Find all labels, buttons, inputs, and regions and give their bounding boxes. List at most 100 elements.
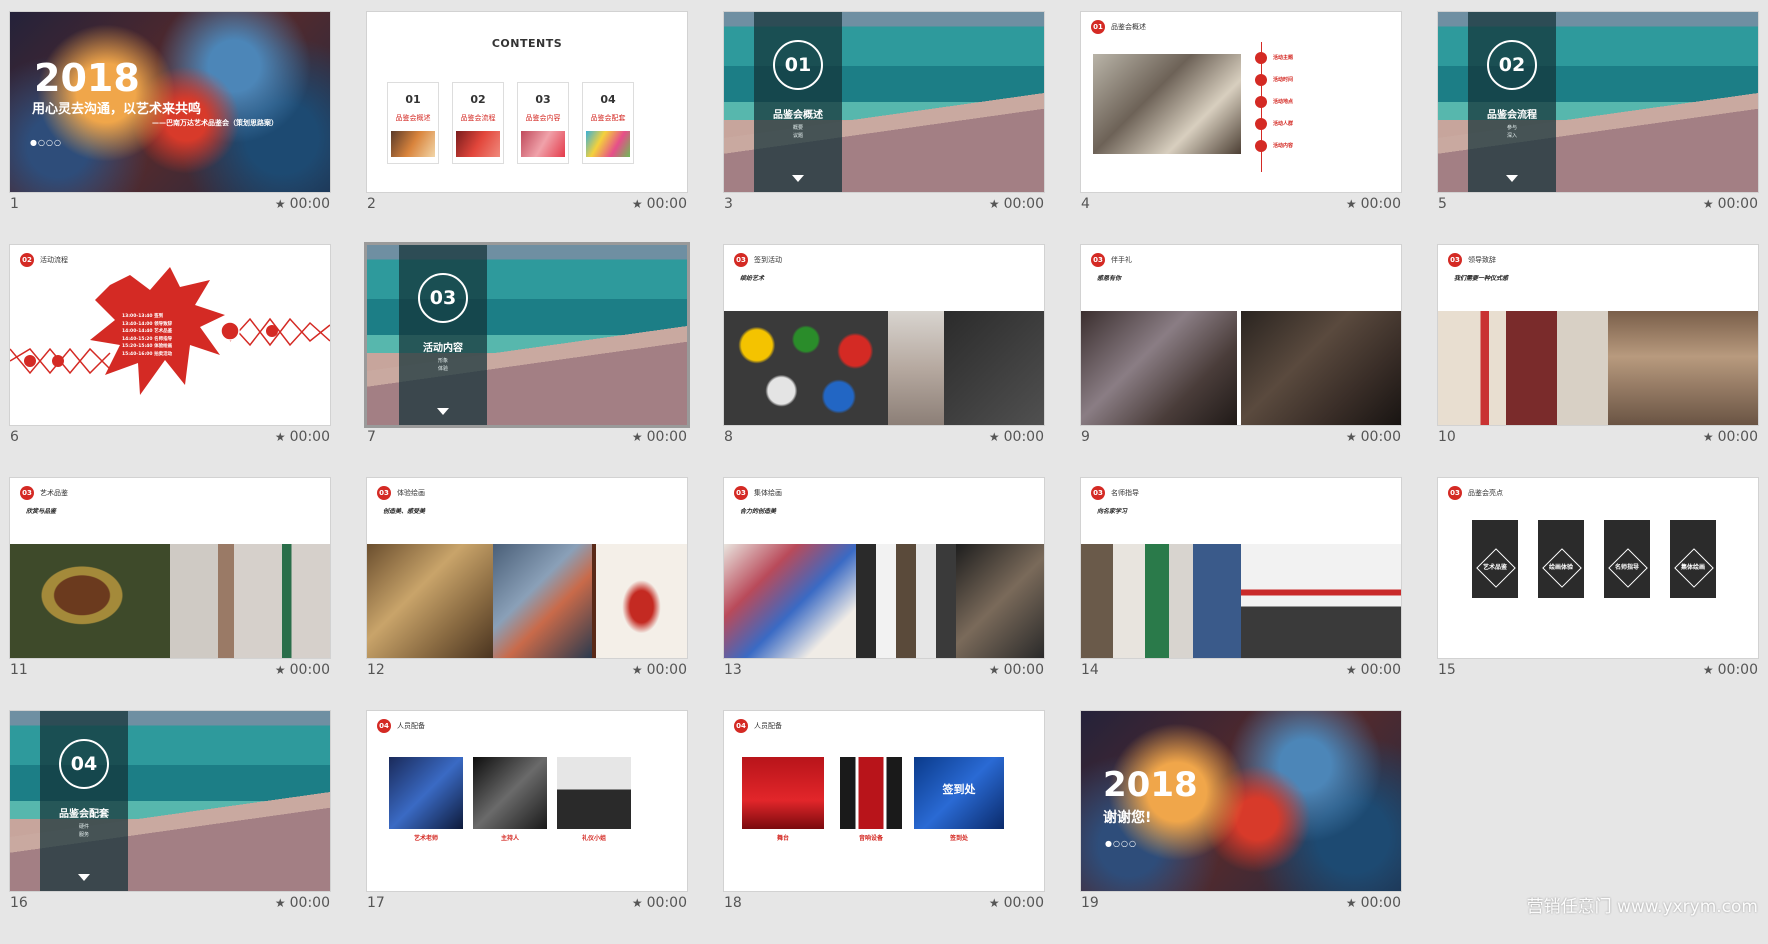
slide-thumbnail-6[interactable]: 02 活动流程 13:00-13:40 签到 13:40-14:00 领导致辞 …: [10, 245, 330, 478]
section-subtitle: 概要: [792, 125, 803, 131]
slide-timing[interactable]: ★ 00:00: [275, 429, 330, 445]
slide-thumbnail-7[interactable]: 03 活动内容 形象 体验 7 ★ 00:00: [367, 245, 687, 478]
contents-image: [586, 131, 630, 157]
slide-thumbnail-16[interactable]: 04 品鉴会配套 硬件 服务 16 ★ 00:00: [10, 711, 330, 944]
slide-timing[interactable]: ★ 00:00: [989, 895, 1044, 911]
slide-meta: 6 ★ 00:00: [10, 429, 330, 449]
section-subtitle: 体验: [437, 366, 448, 372]
slide-number: 1: [10, 196, 19, 212]
slide-thumbnail-4[interactable]: 01 品鉴会概述 活动主题 活动时间 活动地点 活动人群 活动内容 4 ★ 00:…: [1081, 12, 1401, 245]
equipment-caption: 签到处: [949, 835, 968, 842]
transition-star-icon: ★: [988, 430, 1000, 444]
slide-thumbnail-2[interactable]: CONTENTS 01 品鉴会概述 02 品鉴会流程 03 品鉴会内容 04 品…: [367, 12, 687, 245]
slide-18-preview[interactable]: 04 人员配备 签到处 舞台 音响设备 签到处: [724, 711, 1044, 891]
slide-11-preview[interactable]: 03 艺术品鉴 欣赏与品鉴: [10, 478, 330, 658]
transition-star-icon: ★: [631, 896, 643, 910]
slide-thumbnail-17[interactable]: 04 人员配备 艺术老师 主持人 礼仪小姐 17 ★ 00:00: [367, 711, 687, 944]
slide-meta: 7 ★ 00:00: [367, 429, 687, 449]
slide-number: 16: [10, 895, 28, 911]
slide-timing[interactable]: ★ 00:00: [632, 895, 687, 911]
slide-timing[interactable]: ★ 00:00: [1346, 662, 1401, 678]
slide-meta: 4 ★ 00:00: [1081, 196, 1401, 216]
slide-thumbnail-12[interactable]: 03 体验绘画 创造美、感受美 12 ★ 00:00: [367, 478, 687, 711]
slide-number: 14: [1081, 662, 1099, 678]
transition-star-icon: ★: [274, 896, 286, 910]
section-panel: 01 品鉴会概述 概要 议题: [754, 12, 842, 192]
slide-2-preview[interactable]: CONTENTS 01 品鉴会概述 02 品鉴会流程 03 品鉴会内容 04 品…: [367, 12, 687, 192]
slide-timing[interactable]: ★ 00:00: [632, 662, 687, 678]
highlight-label: 绘画体验: [1548, 564, 1573, 571]
slide-16-preview[interactable]: 04 品鉴会配套 硬件 服务: [10, 711, 330, 891]
slide-14-preview[interactable]: 03 名师指导 向名家学习: [1081, 478, 1401, 658]
slide-thumbnail-1[interactable]: 2018 用心灵去沟通，以艺术来共鸣 ——巴南万达艺术品鉴会（策划思路案） ●○…: [10, 12, 330, 245]
slide-timing[interactable]: ★ 00:00: [1703, 662, 1758, 678]
slide-meta: 2 ★ 00:00: [367, 196, 687, 216]
slide-timing[interactable]: ★ 00:00: [989, 196, 1044, 212]
slide-thumbnail-5[interactable]: 02 品鉴会流程 参与 深入 5 ★ 00:00: [1438, 12, 1758, 245]
slide-timing[interactable]: ★ 00:00: [275, 895, 330, 911]
timeline-label: 活动主题: [1273, 55, 1294, 61]
slide-15-preview[interactable]: 03 品鉴会亮点 艺术品鉴 绘画体验 名师指导 集体绘画: [1438, 478, 1758, 658]
slide-8-preview[interactable]: 03 签到活动 缤纷艺术: [724, 245, 1044, 425]
slide-timing[interactable]: ★ 00:00: [989, 662, 1044, 678]
slide-timing[interactable]: ★ 00:00: [275, 196, 330, 212]
slide-heading: 领导致辞: [1468, 256, 1496, 264]
slide-number: 9: [1081, 429, 1090, 445]
slide-5-preview[interactable]: 02 品鉴会流程 参与 深入: [1438, 12, 1758, 192]
group-painting-photo: [724, 544, 856, 658]
apron-photo: [888, 311, 944, 425]
slide-timing[interactable]: ★ 00:00: [1346, 196, 1401, 212]
slide-timing[interactable]: ★ 00:00: [275, 662, 330, 678]
slide-4-preview[interactable]: 01 品鉴会概述 活动主题 活动时间 活动地点 活动人群 活动内容: [1081, 12, 1401, 192]
slide-7-preview[interactable]: 03 活动内容 形象 体验: [367, 245, 687, 425]
slide-1-preview[interactable]: 2018 用心灵去沟通，以艺术来共鸣 ——巴南万达艺术品鉴会（策划思路案） ●○…: [10, 12, 330, 192]
slide-9-preview[interactable]: 03 伴手礼 感恩有你: [1081, 245, 1401, 425]
down-arrow-icon: [437, 408, 449, 415]
slide-thumbnail-13[interactable]: 03 集体绘画 合力的创造美 13 ★ 00:00: [724, 478, 1044, 711]
slide-timing[interactable]: ★ 00:00: [632, 196, 687, 212]
slide-12-preview[interactable]: 03 体验绘画 创造美、感受美: [367, 478, 687, 658]
section-subtitle: 参与: [1506, 125, 1517, 131]
slide-timing[interactable]: ★ 00:00: [989, 429, 1044, 445]
section-badge-icon: 04: [377, 719, 391, 733]
highlight-card: 集体绘画: [1670, 520, 1716, 598]
transition-star-icon: ★: [274, 663, 286, 677]
closing-year: 2018: [1103, 765, 1198, 805]
photo-row: [724, 544, 1044, 658]
slide-thumbnail-8[interactable]: 03 签到活动 缤纷艺术 8 ★ 00:00: [724, 245, 1044, 478]
slide-thumbnail-3[interactable]: 01 品鉴会概述 概要 议题 3 ★ 00:00: [724, 12, 1044, 245]
painter-apron-photo: [493, 544, 593, 658]
timeline-label: 活动人群: [1273, 121, 1294, 127]
slide-thumbnail-11[interactable]: 03 艺术品鉴 欣赏与品鉴 11 ★ 00:00: [10, 478, 330, 711]
slide-13-preview[interactable]: 03 集体绘画 合力的创造美: [724, 478, 1044, 658]
slide-6-preview[interactable]: 02 活动流程 13:00-13:40 签到 13:40-14:00 领导致辞 …: [10, 245, 330, 425]
section-badge-icon: 03: [20, 486, 34, 500]
slide-3-preview[interactable]: 01 品鉴会概述 概要 议题: [724, 12, 1044, 192]
transition-star-icon: ★: [1345, 663, 1357, 677]
down-arrow-icon: [1506, 175, 1518, 182]
slide-17-preview[interactable]: 04 人员配备 艺术老师 主持人 礼仪小姐: [367, 711, 687, 891]
slide-thumbnail-10[interactable]: 03 领导致辞 我们需要一种仪式感 10 ★ 00:00: [1438, 245, 1758, 478]
slide-thumbnail-9[interactable]: 03 伴手礼 感恩有你 9 ★ 00:00: [1081, 245, 1401, 478]
slide-timing[interactable]: ★ 00:00: [1703, 429, 1758, 445]
transition-star-icon: ★: [988, 663, 1000, 677]
slide-thumbnail-15[interactable]: 03 品鉴会亮点 艺术品鉴 绘画体验 名师指导 集体绘画 15 ★ 00:00: [1438, 478, 1758, 711]
paint-buckets-photo: [724, 311, 888, 425]
slide-timing[interactable]: ★ 00:00: [1346, 429, 1401, 445]
etiquette-hostess-photo: [557, 757, 631, 829]
slide-thumbnail-14[interactable]: 03 名师指导 向名家学习 14 ★ 00:00: [1081, 478, 1401, 711]
stage-photo: [742, 757, 824, 829]
section-title: 活动内容: [423, 343, 463, 354]
slide-timing[interactable]: ★ 00:00: [1703, 196, 1758, 212]
section-panel: 02 品鉴会流程 参与 深入: [1468, 12, 1556, 192]
slide-timing[interactable]: ★ 00:00: [632, 429, 687, 445]
slide-meta: 17 ★ 00:00: [367, 895, 687, 915]
slide-10-preview[interactable]: 03 领导致辞 我们需要一种仪式感: [1438, 245, 1758, 425]
slide-thumbnail-19[interactable]: 2018 谢谢您! ●○○○ 19 ★ 00:00: [1081, 711, 1401, 944]
checkin-sign: 签到处: [942, 783, 976, 796]
slide-19-preview[interactable]: 2018 谢谢您! ●○○○: [1081, 711, 1401, 891]
slide-thumbnail-18[interactable]: 04 人员配备 签到处 舞台 音响设备 签到处 18 ★ 00:00: [724, 711, 1044, 944]
contents-label: 品鉴会流程: [460, 114, 496, 122]
timeline-dot-icon: [1255, 52, 1267, 64]
slide-timing[interactable]: ★ 00:00: [1346, 895, 1401, 911]
